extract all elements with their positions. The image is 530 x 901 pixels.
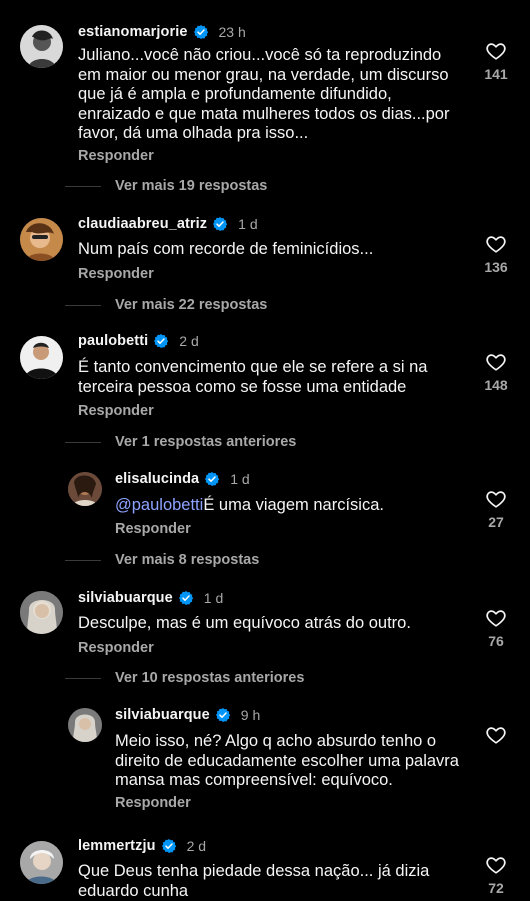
comment-text: @paulobettiÉ uma viagem narcísica. bbox=[115, 496, 470, 516]
heart-icon[interactable] bbox=[485, 351, 507, 373]
avatar[interactable] bbox=[20, 591, 63, 634]
reply-button[interactable]: Responder bbox=[78, 148, 154, 164]
view-replies-button[interactable]: Ver mais 19 respostas bbox=[65, 178, 267, 194]
thread-line bbox=[65, 441, 101, 443]
verified-badge-icon bbox=[178, 590, 194, 606]
verified-badge-icon bbox=[193, 24, 209, 40]
timestamp: 2 d bbox=[179, 333, 199, 349]
avatar[interactable] bbox=[20, 218, 63, 261]
comment-text: Desculpe, mas é um equívoco atrás do out… bbox=[78, 614, 411, 632]
like-count: 72 bbox=[488, 880, 504, 896]
username[interactable]: lemmertzju bbox=[78, 838, 156, 854]
comment-text: É tanto convencimento que ele se refere … bbox=[78, 358, 428, 396]
view-replies-label: Ver 10 respostas anteriores bbox=[115, 670, 305, 686]
timestamp: 1 d bbox=[238, 216, 258, 232]
comment-text: Que Deus tenha piedade dessa nação... já… bbox=[78, 862, 430, 900]
comment-text: Meio isso, né? Algo q acho absurdo tenho… bbox=[115, 732, 459, 789]
timestamp: 23 h bbox=[218, 24, 246, 40]
username[interactable]: silviabuarque bbox=[115, 707, 210, 723]
heart-icon[interactable] bbox=[485, 488, 507, 510]
thread-line bbox=[65, 185, 101, 187]
timestamp: 1 d bbox=[203, 590, 224, 606]
timestamp: 1 d bbox=[230, 471, 250, 487]
reply-text: É uma viagem narcísica. bbox=[203, 496, 384, 514]
thread-line bbox=[65, 304, 101, 306]
reply-button[interactable]: Responder bbox=[78, 403, 154, 419]
mention-link[interactable]: @paulobetti bbox=[115, 496, 203, 514]
username[interactable]: claudiaabreu_atriz bbox=[78, 216, 207, 232]
comment-text: Num país com recorde de feminicídios... bbox=[78, 240, 374, 258]
thread-line bbox=[65, 677, 101, 679]
like-control: 27 bbox=[476, 488, 516, 530]
like-control: 148 bbox=[476, 351, 516, 393]
view-replies-label: Ver 1 respostas anteriores bbox=[115, 434, 297, 450]
avatar[interactable] bbox=[68, 708, 102, 742]
heart-icon[interactable] bbox=[485, 40, 507, 62]
like-count: 76 bbox=[488, 633, 504, 649]
like-control: 76 bbox=[476, 607, 516, 649]
view-replies-button[interactable]: Ver mais 22 respostas bbox=[65, 297, 267, 313]
like-control: 72 bbox=[476, 854, 516, 896]
view-replies-label: Ver mais 19 respostas bbox=[115, 178, 268, 194]
like-control bbox=[476, 724, 516, 746]
avatar[interactable] bbox=[20, 25, 63, 68]
username[interactable]: estianomarjorie bbox=[78, 24, 188, 40]
like-control: 136 bbox=[476, 233, 516, 275]
heart-icon[interactable] bbox=[485, 724, 507, 746]
verified-badge-icon bbox=[161, 838, 177, 854]
comment-text: Juliano...você não criou...você só ta re… bbox=[78, 46, 450, 142]
reply-button[interactable]: Responder bbox=[115, 795, 191, 811]
heart-icon[interactable] bbox=[485, 607, 507, 629]
like-count: 136 bbox=[484, 259, 508, 275]
verified-badge-icon bbox=[215, 707, 231, 723]
heart-icon[interactable] bbox=[485, 233, 507, 255]
like-count: 148 bbox=[484, 377, 508, 393]
view-replies-button[interactable]: Ver 1 respostas anteriores bbox=[65, 434, 296, 450]
avatar[interactable] bbox=[20, 336, 63, 379]
verified-badge-icon bbox=[204, 471, 220, 487]
username[interactable]: elisalucinda bbox=[115, 471, 199, 487]
like-control: 141 bbox=[476, 40, 516, 82]
timestamp: 9 h bbox=[240, 707, 261, 723]
thread-line bbox=[65, 559, 101, 561]
reply-button[interactable]: Responder bbox=[115, 521, 191, 537]
username[interactable]: silviabuarque bbox=[78, 590, 173, 606]
verified-badge-icon bbox=[153, 333, 169, 349]
avatar[interactable] bbox=[20, 841, 63, 884]
view-replies-label: Ver mais 8 respostas bbox=[115, 552, 260, 568]
reply-button[interactable]: Responder bbox=[78, 266, 154, 282]
avatar[interactable] bbox=[68, 472, 102, 506]
verified-badge-icon bbox=[212, 216, 228, 232]
timestamp: 2 d bbox=[186, 838, 207, 854]
heart-icon[interactable] bbox=[485, 854, 507, 876]
username[interactable]: paulobetti bbox=[78, 333, 148, 349]
view-replies-label: Ver mais 22 respostas bbox=[115, 297, 268, 313]
like-count: 141 bbox=[484, 66, 508, 82]
view-replies-button[interactable]: Ver 10 respostas anteriores bbox=[65, 670, 304, 686]
reply-button[interactable]: Responder bbox=[78, 640, 154, 656]
like-count: 27 bbox=[488, 514, 504, 530]
view-replies-button[interactable]: Ver mais 8 respostas bbox=[65, 552, 259, 568]
